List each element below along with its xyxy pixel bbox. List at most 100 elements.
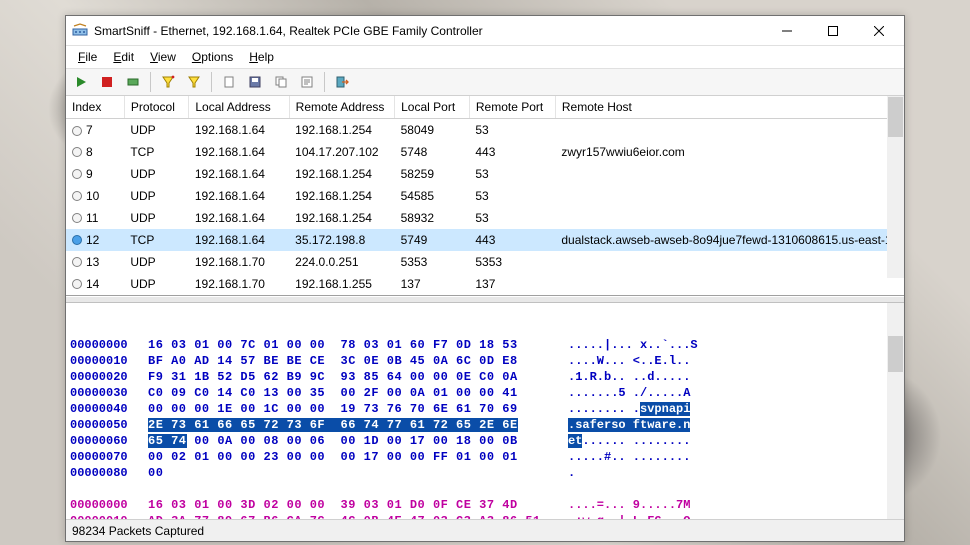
- table-cell: 12: [66, 229, 124, 251]
- table-cell: 35.172.198.8: [289, 229, 394, 251]
- hex-line[interactable]: 0000000016 03 01 00 3D 02 00 00 39 03 01…: [70, 497, 900, 513]
- column-header-laddr[interactable]: Local Address: [189, 96, 289, 119]
- exit-button[interactable]: [331, 71, 353, 93]
- table-cell: 192.168.1.254: [289, 163, 394, 185]
- column-header-raddr[interactable]: Remote Address: [289, 96, 394, 119]
- scroll-thumb[interactable]: [888, 97, 903, 137]
- menubar: File Edit View Options Help: [66, 46, 904, 68]
- hex-line[interactable]: 0000006065 74 00 0A 00 08 00 06 00 1D 00…: [70, 433, 900, 449]
- hex-line[interactable]: 00000010AD 3A 77 89 67 B6 CA 7C 4C 0B 4E…: [70, 513, 900, 519]
- row-status-icon: [72, 191, 82, 201]
- menu-file[interactable]: File: [70, 48, 105, 66]
- menu-options[interactable]: Options: [184, 48, 241, 66]
- toolbar: [66, 68, 904, 96]
- hex-line[interactable]: 00000010BF A0 AD 14 57 BE BE CE 3C 0E 0B…: [70, 353, 900, 369]
- row-status-icon: [72, 257, 82, 267]
- table-row[interactable]: 8TCP192.168.1.64104.17.207.1025748443zwy…: [66, 141, 904, 163]
- table-cell: 7: [66, 119, 124, 141]
- hex-line[interactable]: 000000502E 73 61 66 65 72 73 6F 66 74 77…: [70, 417, 900, 433]
- menu-help[interactable]: Help: [241, 48, 282, 66]
- hex-line[interactable]: 0000004000 00 00 1E 00 1C 00 00 19 73 76…: [70, 401, 900, 417]
- window-title: SmartSniff - Ethernet, 192.168.1.64, Rea…: [94, 24, 764, 38]
- hex-line[interactable]: 0000000016 03 01 00 7C 01 00 00 78 03 01…: [70, 337, 900, 353]
- column-header-index[interactable]: Index: [66, 96, 124, 119]
- stop-button[interactable]: [96, 71, 118, 93]
- toolbar-sep: [150, 72, 151, 92]
- hex-line[interactable]: 0000007000 02 01 00 00 23 00 00 00 17 00…: [70, 449, 900, 465]
- hex-vscrollbar[interactable]: [887, 303, 904, 519]
- table-cell: 192.168.1.64: [189, 119, 289, 141]
- scroll-thumb[interactable]: [888, 336, 903, 372]
- app-window: SmartSniff - Ethernet, 192.168.1.64, Rea…: [65, 15, 905, 542]
- hex-ascii: .:w.g..| L.FG...Q: [556, 513, 736, 519]
- table-cell: 53: [469, 207, 555, 229]
- hex-addr: 00000040: [70, 401, 148, 417]
- table-cell: 192.168.1.70: [189, 251, 289, 273]
- row-status-icon: [72, 235, 82, 245]
- hex-ascii: ....W... <..E.l..: [556, 353, 736, 369]
- minimize-button[interactable]: [764, 17, 810, 45]
- hex-pane[interactable]: 0000000016 03 01 00 7C 01 00 00 78 03 01…: [66, 303, 904, 519]
- table-cell: TCP: [124, 141, 189, 163]
- hex-line[interactable]: 0000008000.: [70, 465, 900, 481]
- table-row[interactable]: 12TCP192.168.1.6435.172.198.85749443dual…: [66, 229, 904, 251]
- hex-ascii: .....#.. ........: [556, 449, 736, 465]
- menu-view[interactable]: View: [142, 48, 184, 66]
- table-row[interactable]: 10UDP192.168.1.64192.168.1.2545458553: [66, 185, 904, 207]
- table-cell: 192.168.1.254: [289, 185, 394, 207]
- adapter-button[interactable]: [122, 71, 144, 93]
- column-header-rhost[interactable]: Remote Host: [555, 96, 903, 119]
- table-row[interactable]: 14UDP192.168.1.70192.168.1.255137137: [66, 273, 904, 295]
- hex-ascii: .....|... x..`...S: [556, 337, 736, 353]
- new-button[interactable]: [218, 71, 240, 93]
- copy-button[interactable]: [270, 71, 292, 93]
- table-cell: 224.0.0.251: [289, 251, 394, 273]
- status-bar: 98234 Packets Captured: [66, 519, 904, 541]
- hex-addr: 00000030: [70, 385, 148, 401]
- table-cell: 104.17.207.102: [289, 141, 394, 163]
- toolbar-sep: [211, 72, 212, 92]
- column-header-rport[interactable]: Remote Port: [469, 96, 555, 119]
- column-header-proto[interactable]: Protocol: [124, 96, 189, 119]
- table-cell: 58049: [395, 119, 470, 141]
- play-button[interactable]: [70, 71, 92, 93]
- table-cell: [555, 207, 903, 229]
- table-row[interactable]: 13UDP192.168.1.70224.0.0.25153535353: [66, 251, 904, 273]
- menu-edit[interactable]: Edit: [105, 48, 142, 66]
- table-cell: 192.168.1.64: [189, 163, 289, 185]
- save-button[interactable]: [244, 71, 266, 93]
- table-cell: 443: [469, 141, 555, 163]
- table-cell: UDP: [124, 163, 189, 185]
- hex-line[interactable]: 00000030C0 09 C0 14 C0 13 00 35 00 2F 00…: [70, 385, 900, 401]
- splitter[interactable]: [66, 296, 904, 303]
- hex-bytes: 2E 73 61 66 65 72 73 6F 66 74 77 61 72 6…: [148, 417, 556, 433]
- hex-ascii: ........ .svpnapi: [556, 401, 736, 417]
- table-row[interactable]: 9UDP192.168.1.64192.168.1.2545825953: [66, 163, 904, 185]
- table-cell: 137: [395, 273, 470, 295]
- table-vscrollbar[interactable]: [887, 96, 904, 278]
- table-cell: 58932: [395, 207, 470, 229]
- table-row[interactable]: 11UDP192.168.1.64192.168.1.2545893253: [66, 207, 904, 229]
- table-cell: 13: [66, 251, 124, 273]
- status-text: 98234 Packets Captured: [72, 524, 204, 538]
- hex-bytes: BF A0 AD 14 57 BE BE CE 3C 0E 0B 45 0A 6…: [148, 353, 556, 369]
- hex-bytes: F9 31 1B 52 D5 62 B9 9C 93 85 64 00 00 0…: [148, 369, 556, 385]
- table-cell: 443: [469, 229, 555, 251]
- filter-button[interactable]: [183, 71, 205, 93]
- hex-bytes: 00 00 00 1E 00 1C 00 00 19 73 76 70 6E 6…: [148, 401, 556, 417]
- titlebar[interactable]: SmartSniff - Ethernet, 192.168.1.64, Rea…: [66, 16, 904, 46]
- table-row[interactable]: 7UDP192.168.1.64192.168.1.2545804953: [66, 119, 904, 141]
- hex-ascii: .......5 ./.....A: [556, 385, 736, 401]
- close-button[interactable]: [856, 17, 902, 45]
- table-cell: 53: [469, 119, 555, 141]
- properties-button[interactable]: [296, 71, 318, 93]
- hex-line[interactable]: 00000020F9 31 1B 52 D5 62 B9 9C 93 85 64…: [70, 369, 900, 385]
- table-cell: UDP: [124, 185, 189, 207]
- table-cell: zwyr157wwiu6eior.com: [555, 141, 903, 163]
- packet-table: IndexProtocolLocal AddressRemote Address…: [66, 96, 904, 295]
- row-status-icon: [72, 169, 82, 179]
- table-cell: 192.168.1.255: [289, 273, 394, 295]
- filter-clear-button[interactable]: [157, 71, 179, 93]
- column-header-lport[interactable]: Local Port: [395, 96, 470, 119]
- maximize-button[interactable]: [810, 17, 856, 45]
